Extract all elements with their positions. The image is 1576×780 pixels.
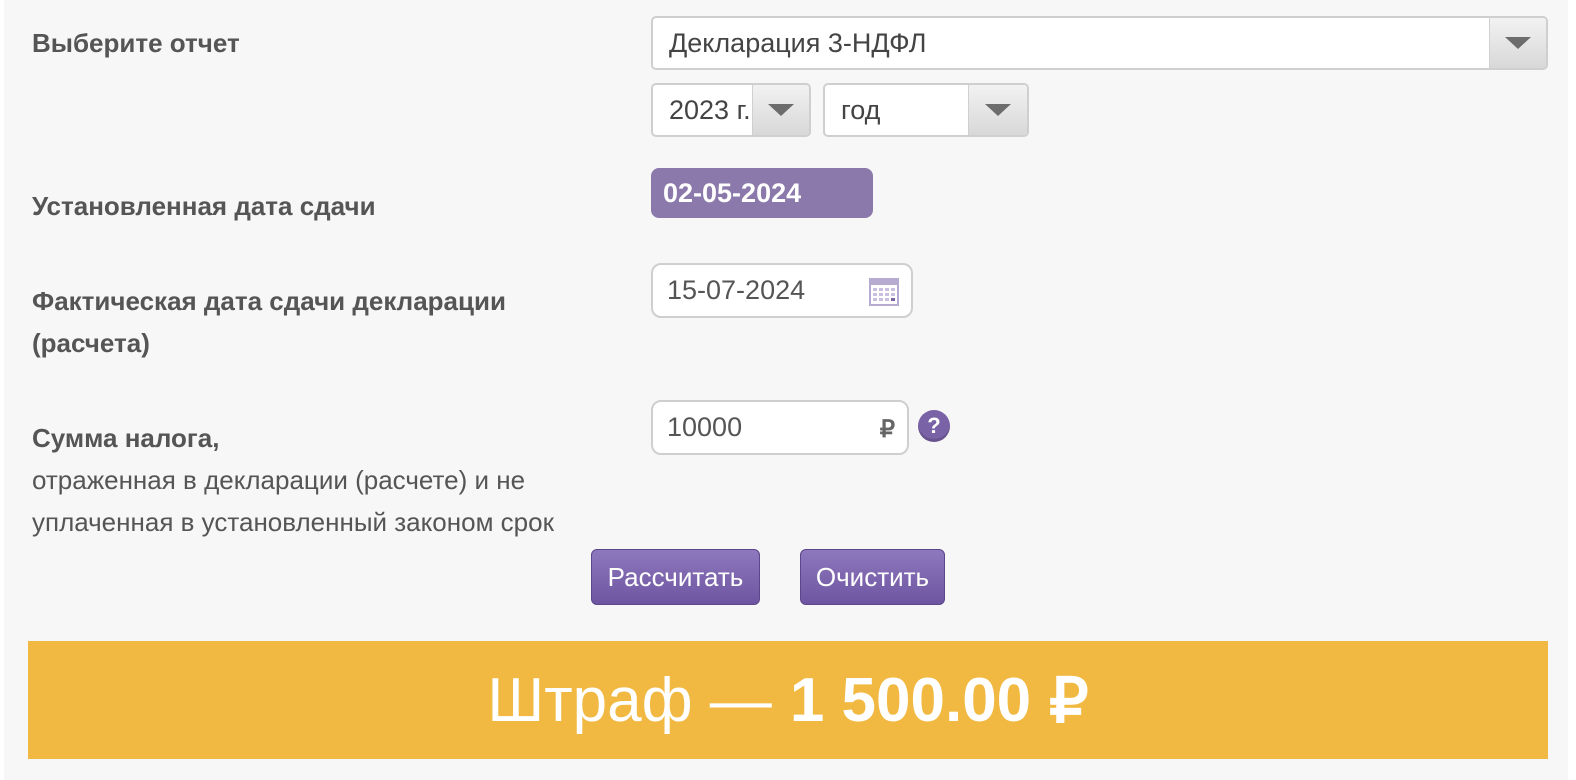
- actual-date-value: 15-07-2024: [667, 275, 806, 305]
- calendar-icon[interactable]: [869, 278, 899, 306]
- tax-amount-label: Сумма налога, отраженная в декларации (р…: [32, 417, 554, 543]
- tax-amount-input[interactable]: 10000 ₽: [651, 400, 909, 455]
- penalty-result-prefix: Штраф —: [487, 665, 772, 735]
- report-select-value: Декларация 3-НДФЛ: [669, 27, 927, 58]
- tax-amount-label-title: Сумма налога,: [32, 423, 220, 453]
- tax-amount-label-line3: уплаченная в установленный законом срок: [32, 507, 554, 537]
- due-date-label: Установленная дата сдачи: [32, 191, 376, 221]
- tax-amount-value: 10000: [667, 412, 743, 442]
- chevron-down-icon[interactable]: [968, 85, 1027, 135]
- ruble-icon: ₽: [1049, 666, 1089, 736]
- due-date-badge: 02-05-2024: [651, 168, 873, 218]
- period-select[interactable]: год: [823, 83, 1029, 137]
- ruble-icon: ₽: [879, 416, 895, 443]
- help-icon[interactable]: ?: [918, 410, 950, 442]
- report-label: Выберите отчет: [32, 28, 240, 58]
- clear-button[interactable]: Очистить: [800, 549, 945, 605]
- tax-amount-label-line2: отраженная в декларации (расчете) и не: [32, 465, 526, 495]
- penalty-result-bar: Штраф — 1 500.00 ₽: [28, 641, 1548, 759]
- actual-date-input[interactable]: 15-07-2024: [651, 263, 913, 318]
- report-select[interactable]: Декларация 3-НДФЛ: [651, 16, 1548, 70]
- penalty-calculator-panel: Выберите отчет Декларация 3-НДФЛ 2023 г.…: [4, 0, 1568, 780]
- chevron-down-icon[interactable]: [1489, 18, 1546, 68]
- calculate-button[interactable]: Рассчитать: [591, 549, 760, 605]
- year-select[interactable]: 2023 г.: [651, 83, 811, 137]
- actual-date-label: Фактическая дата сдачи декларации (расче…: [32, 280, 506, 364]
- penalty-result-amount: 1 500.00: [789, 665, 1032, 735]
- chevron-down-icon[interactable]: [752, 85, 809, 135]
- actual-date-label-line2: (расчета): [32, 328, 150, 358]
- period-select-value: год: [841, 94, 881, 125]
- actual-date-label-line1: Фактическая дата сдачи декларации: [32, 286, 506, 316]
- year-select-value: 2023 г.: [669, 94, 751, 125]
